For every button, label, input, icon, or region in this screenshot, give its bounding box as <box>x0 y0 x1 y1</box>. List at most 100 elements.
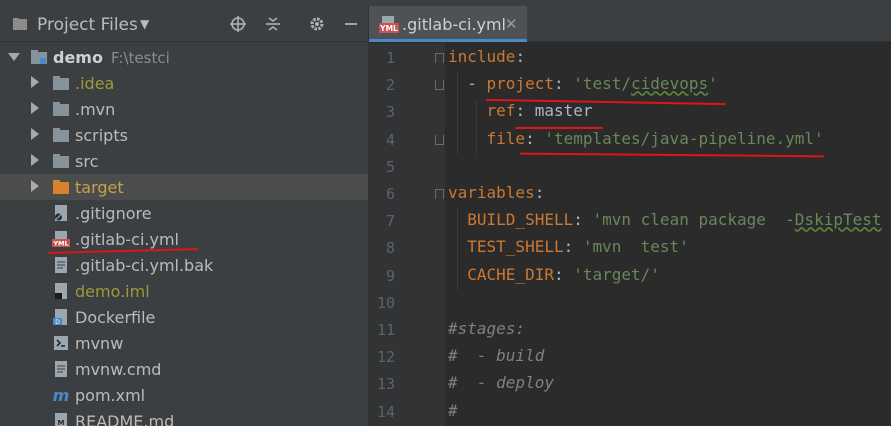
svg-text:m: m <box>53 386 70 404</box>
line-number: 1 <box>385 49 395 67</box>
tree-item-name: mvnw <box>75 334 124 353</box>
tree-file-item[interactable]: D Dockerfile <box>0 304 368 330</box>
tree-item-name: demo <box>53 48 103 67</box>
tree-item-name: src <box>75 152 99 171</box>
tree-item-name: .gitlab-ci.yml <box>75 230 179 249</box>
tree-item-label: .gitlab-ci.yml.bak <box>75 256 213 275</box>
line-number: 3 <box>385 103 395 122</box>
code-token: DskipTest <box>794 210 882 230</box>
code-token: file <box>486 128 526 148</box>
editor: YML .gitlab-ci.yml ✕ 1 2 3 4 5 6 7 8 9 10 11 12 13 14… <box>369 6 891 426</box>
code-token: 'target/' <box>573 264 660 284</box>
tree-item-label: README.md <box>75 412 174 426</box>
tree-folder-item[interactable]: scripts <box>0 122 368 148</box>
code-line: TEST_SHELL: 'mvn test' <box>448 237 689 256</box>
tree-item-name: Dockerfile <box>75 308 156 327</box>
code-token: # - build <box>448 346 545 366</box>
code-token: variables <box>448 183 535 202</box>
shell-file-icon <box>54 336 68 350</box>
tree-file-item[interactable]: mvnw <box>0 330 368 356</box>
tree-file-item[interactable]: .gitlab-ci.yml.bak <box>0 252 368 278</box>
yml-file-icon: YML <box>379 16 399 33</box>
tree-item-label: pom.xml <box>75 386 145 405</box>
tree-file-item[interactable]: mvnw.cmd <box>0 356 368 382</box>
tree-item-name: .mvn <box>75 100 116 119</box>
code-token: # <box>448 400 458 420</box>
tree-item-label: scripts <box>75 126 128 145</box>
line-number: 11 <box>376 321 395 339</box>
code-token: ' <box>708 74 718 94</box>
tree-item-name: pom.xml <box>75 386 146 405</box>
fold-marker-icon[interactable] <box>435 189 444 199</box>
editor-tab[interactable]: YML .gitlab-ci.yml ✕ <box>369 6 527 42</box>
tree-item-name: demo.iml <box>75 282 150 301</box>
line-number: 7 <box>385 212 395 231</box>
excluded-folder-icon <box>53 180 69 194</box>
project-panel-header: Project Files ▼ <box>0 6 368 42</box>
code-token: - <box>448 74 487 94</box>
tree-item-label: Dockerfile <box>75 308 155 327</box>
tree-file-item[interactable]: M README.md <box>0 408 368 426</box>
code-line: CACHE_DIR: 'target/' <box>448 265 660 284</box>
code-line: variables: <box>448 183 544 202</box>
tree-item-label: .gitignore <box>75 204 152 223</box>
project-panel: Project Files ▼ demo F:\testci .idea .mvn sc… <box>0 6 368 426</box>
tree-item-name: .gitlab-ci.yml.bak <box>75 256 214 275</box>
tree-folder-item[interactable]: src <box>0 148 368 174</box>
code-line: BUILD_SHELL: 'mvn clean package -DskipTe… <box>448 210 882 230</box>
text-file-icon <box>55 361 67 377</box>
tree-folder-item[interactable]: demo F:\testci <box>0 44 368 70</box>
expand-arrow-right-icon[interactable] <box>31 76 39 88</box>
editor-tab-label: .gitlab-ci.yml <box>402 15 506 34</box>
tree-folder-item[interactable]: .mvn <box>0 96 368 122</box>
tree-folder-item[interactable]: .idea <box>0 70 368 96</box>
tree-item-name: scripts <box>75 126 128 145</box>
fold-gutter <box>431 43 445 426</box>
minimize-icon[interactable] <box>343 16 359 32</box>
project-view-selector[interactable]: Project Files <box>37 15 138 35</box>
code-token: 'templates/java-pipeline.yml' <box>544 128 824 148</box>
expand-arrow-right-icon[interactable] <box>31 102 39 114</box>
tree-item-label: .idea <box>75 74 114 93</box>
module-folder-icon <box>31 50 47 64</box>
code-token: : <box>553 74 574 94</box>
tree-folder-item[interactable]: target <box>0 174 368 200</box>
tree-item-name: mvnw.cmd <box>75 360 162 379</box>
code-line: file: 'templates/java-pipeline.yml' <box>448 129 824 148</box>
crosshair-icon[interactable] <box>230 16 246 32</box>
tree-file-item[interactable]: m pom.xml <box>0 382 368 408</box>
fold-end-marker-icon[interactable] <box>435 80 444 91</box>
code-line: ref: master <box>448 101 593 120</box>
code-token: : master <box>515 101 593 121</box>
code-token: ref <box>486 101 516 121</box>
code-token: : <box>525 128 545 148</box>
chevron-down-icon[interactable]: ▼ <box>140 17 149 31</box>
project-path: F:\testci <box>110 49 170 67</box>
expand-arrow-right-icon[interactable] <box>31 180 39 192</box>
code-token: # - deploy <box>448 373 554 393</box>
line-number-gutter: 1 2 3 4 5 6 7 8 9 10 11 12 13 14 <box>369 43 431 426</box>
folder-icon <box>53 76 69 90</box>
fold-end-marker-icon[interactable] <box>435 134 444 145</box>
code-line: # - deploy <box>448 373 554 392</box>
tree-item-label: demo F:\testci <box>53 48 170 67</box>
tree-file-item[interactable]: demo.iml <box>0 278 368 304</box>
collapse-all-icon[interactable] <box>265 16 281 32</box>
tree-item-label: mvnw <box>75 334 123 353</box>
tree-file-item[interactable]: .gitignore <box>0 200 368 226</box>
fold-marker-icon[interactable] <box>435 53 444 63</box>
expand-arrow-down-icon[interactable] <box>8 53 20 61</box>
tree-item-label: src <box>75 152 98 171</box>
red-underline-annotation <box>515 127 603 129</box>
markdown-file-icon: M <box>55 413 67 426</box>
gear-icon[interactable] <box>309 16 325 32</box>
close-icon[interactable]: ✕ <box>505 15 518 33</box>
code-token: : <box>534 183 545 202</box>
maven-file-icon: m <box>53 386 70 404</box>
expand-arrow-right-icon[interactable] <box>31 154 39 166</box>
expand-arrow-right-icon[interactable] <box>31 128 39 140</box>
svg-text:YML: YML <box>52 240 68 248</box>
